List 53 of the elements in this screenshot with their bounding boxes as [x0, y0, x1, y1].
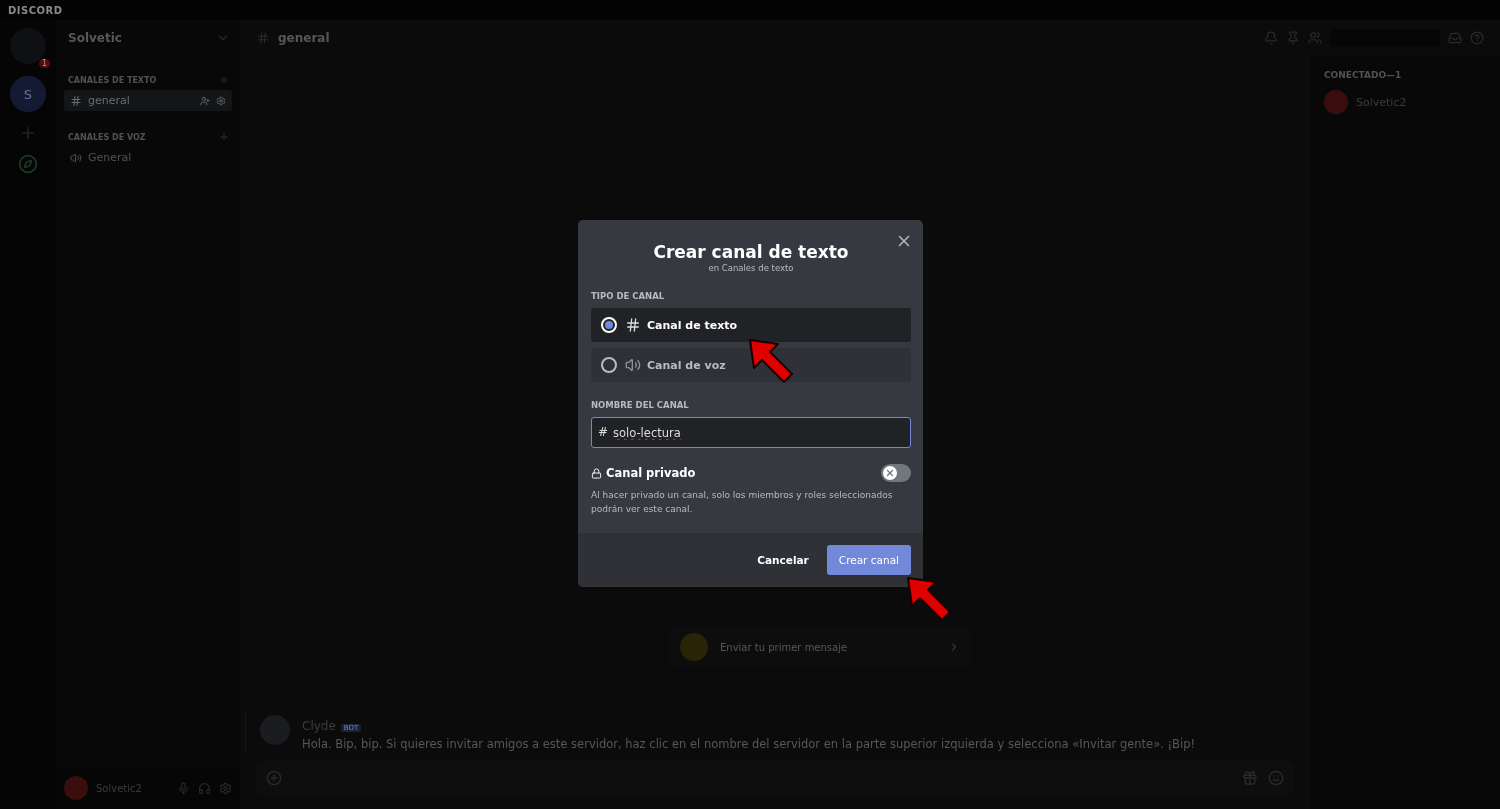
notification-badge: 1 — [38, 59, 50, 68]
pin-icon[interactable] — [1286, 31, 1300, 45]
speaker-icon — [70, 151, 82, 164]
add-channel-icon[interactable] — [218, 131, 230, 143]
radio-icon — [601, 357, 617, 373]
radio-icon — [601, 317, 617, 333]
field-label: TIPO DE CANAL — [591, 291, 665, 301]
pointer-arrow-icon — [749, 339, 793, 383]
channel-item[interactable]: General — [64, 147, 232, 168]
x-icon — [885, 468, 895, 478]
compass-icon[interactable] — [18, 154, 38, 174]
channel-item[interactable]: general — [64, 90, 232, 111]
headphones-icon[interactable] — [198, 781, 211, 795]
lock-icon — [591, 467, 602, 479]
coin-icon — [680, 633, 708, 661]
category-name[interactable]: CANALES DE VOZ — [68, 132, 146, 142]
private-description: Al hacer privado un canal, solo los miembros y roles seleccionados podrán ver este canal. — [591, 489, 894, 517]
hash-icon — [70, 94, 82, 107]
members-heading: CONECTADO—1 — [1324, 70, 1403, 80]
category-name[interactable]: CANALES DE TEXTO — [68, 75, 157, 85]
help-icon[interactable] — [1470, 31, 1484, 45]
message-text: Hola. Bip, bip. Si quieres invitar amigos a este servidor, haz clic en el nombre del servidor en la parte superior izquierda y selecciona «Invitar gente». ¡Bip! — [302, 737, 1196, 751]
private-toggle[interactable] — [881, 464, 911, 482]
app-title: DISCORD — [8, 4, 63, 16]
user-avatar — [64, 776, 88, 800]
hash-icon — [625, 317, 641, 333]
speaker-icon — [625, 357, 641, 373]
dialog-subtitle: en Canales de texto — [707, 263, 795, 273]
settings-icon[interactable] — [216, 95, 226, 106]
bell-icon[interactable] — [1264, 31, 1278, 45]
gift-icon[interactable] — [1242, 770, 1258, 786]
hash-prefix: # — [598, 425, 609, 439]
server-icon[interactable]: S — [10, 76, 46, 112]
channel-type-option[interactable]: Canal de texto — [591, 308, 911, 342]
cancel-button[interactable]: Cancelar — [753, 545, 813, 574]
inbox-icon[interactable] — [1448, 31, 1462, 45]
pointer-arrow-icon — [907, 577, 951, 621]
create-channel-button[interactable]: Crear canal — [826, 544, 911, 575]
invite-icon[interactable] — [200, 95, 210, 106]
server-name[interactable]: Solvetic — [68, 31, 122, 45]
field-label: NOMBRE DEL CANAL — [591, 400, 689, 410]
microphone-icon[interactable] — [177, 781, 190, 795]
settings-icon[interactable] — [219, 781, 232, 795]
dialog-title: Crear canal de texto — [652, 242, 850, 262]
channel-type-option[interactable]: Canal de voz — [591, 348, 911, 382]
add-channel-icon[interactable] — [218, 74, 230, 86]
add-server-icon[interactable] — [19, 124, 37, 142]
members-icon[interactable] — [1308, 31, 1322, 45]
channel-title: general — [278, 31, 331, 45]
hash-icon — [256, 31, 270, 45]
emoji-icon[interactable] — [1268, 770, 1284, 786]
add-attachment-icon[interactable] — [266, 770, 282, 786]
private-label: Canal privado — [591, 466, 696, 480]
